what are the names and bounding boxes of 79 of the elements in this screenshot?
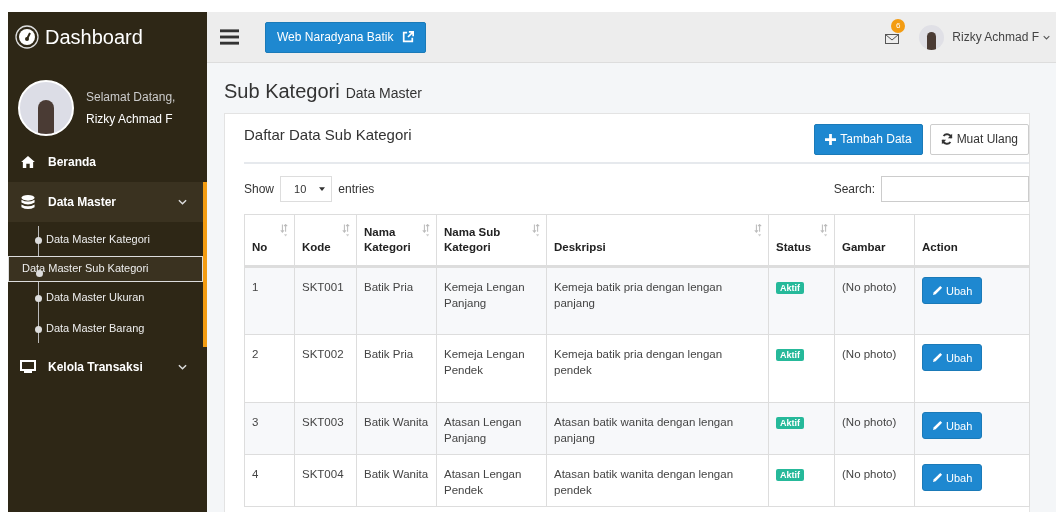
chevron-down-icon <box>178 199 187 205</box>
refresh-icon <box>940 133 953 145</box>
table-cell: 3 <box>252 416 259 428</box>
table-cell: SKT003 <box>302 416 344 428</box>
dashboard-gauge-icon <box>15 25 39 49</box>
table-cell: Atasan Lengan Panjang <box>444 416 522 444</box>
sort-icon[interactable] <box>820 224 828 238</box>
table-cell: Kemeja Lengan Pendek <box>444 348 525 376</box>
brand-title[interactable]: Dashboard <box>45 25 143 49</box>
table-cell: SKT002 <box>302 348 344 360</box>
sort-icon[interactable] <box>532 224 540 238</box>
external-link-icon <box>401 31 414 43</box>
reload-button[interactable]: Muat Ulang <box>929 123 1029 155</box>
sort-icon[interactable] <box>280 224 288 238</box>
avatar-image <box>18 80 74 136</box>
plus-icon <box>825 133 837 145</box>
table-cell: Kemeja batik pria dengan lengan pendek <box>554 348 723 376</box>
dropdown-caret-icon <box>319 187 326 191</box>
table-cell: 2 <box>252 348 259 360</box>
sort-icon[interactable] <box>342 224 350 238</box>
submenu-item[interactable]: Data Master Ukuran <box>8 281 203 313</box>
table-cell: Batik Wanita <box>364 416 429 428</box>
table-cell: 4 <box>252 468 259 480</box>
panel-title: Daftar Data Sub Kategori <box>244 125 413 143</box>
menu-item[interactable]: Beranda <box>8 142 207 182</box>
status-badge: Aktif <box>776 282 804 294</box>
website-button[interactable]: Web Naradyana Batik <box>265 21 426 53</box>
user-avatar[interactable] <box>919 24 945 50</box>
page-title: Sub Kategori <box>224 80 340 103</box>
status-badge: Aktif <box>776 349 804 361</box>
sort-icon[interactable] <box>422 224 430 238</box>
edit-button[interactable]: Ubah <box>922 277 983 304</box>
search-label: Search: <box>833 182 875 196</box>
table-cell: Atasan batik wanita dengan lengan panjang <box>554 416 734 444</box>
pencil-icon <box>932 472 943 483</box>
menu-icon[interactable] <box>220 29 239 45</box>
edit-button[interactable]: Ubah <box>922 344 983 371</box>
table-cell: 1 <box>252 281 259 293</box>
menu-item[interactable]: Data Master <box>8 182 207 222</box>
status-badge: Aktif <box>776 417 804 429</box>
table-cell: Atasan batik wanita dengan lengan pendek <box>554 468 734 496</box>
table-cell: Kemeja Lengan Panjang <box>444 281 525 309</box>
monitor-icon <box>20 359 36 374</box>
table-cell: (No photo) <box>842 281 897 293</box>
submenu-item[interactable]: Data Master Barang <box>8 313 203 345</box>
table-cell: Batik Pria <box>364 348 414 360</box>
menu-item[interactable]: Kelola Transaksi <box>8 346 207 387</box>
table-cell: SKT001 <box>302 281 344 293</box>
add-button[interactable]: Tambah Data <box>814 123 923 155</box>
search-field[interactable] <box>881 176 1029 202</box>
user-menu[interactable]: Rizky Achmad F <box>952 30 1039 44</box>
pencil-icon <box>932 352 943 363</box>
table-cell: Atasan Lengan Pendek <box>444 468 522 496</box>
table-cell: (No photo) <box>842 468 897 480</box>
show-label: Show <box>244 182 275 196</box>
chevron-down-icon <box>1043 34 1050 40</box>
table-cell: Batik Wanita <box>364 468 429 480</box>
table-cell: SKT004 <box>302 468 344 480</box>
status-badge: Aktif <box>776 469 804 481</box>
page-subtitle: Data Master <box>345 85 422 101</box>
table-cell: Batik Pria <box>364 281 414 293</box>
page-size-select[interactable]: 10 <box>280 176 333 202</box>
edit-button[interactable]: Ubah <box>922 412 983 439</box>
table-cell: (No photo) <box>842 416 897 428</box>
table-cell: (No photo) <box>842 348 897 360</box>
entries-label: entries <box>338 182 375 196</box>
sort-icon[interactable] <box>754 224 762 238</box>
submenu-item[interactable]: Data Master Kategori <box>8 224 203 256</box>
chevron-down-icon <box>178 363 187 370</box>
greeting-text: Selamat Datang, <box>86 90 176 104</box>
envelope-icon[interactable] <box>885 34 900 44</box>
pencil-icon <box>932 285 943 296</box>
table-cell: Kemeja batik pria dengan lengan panjang <box>554 281 723 309</box>
user-name: Rizky Achmad F <box>86 112 174 126</box>
home-icon <box>20 156 36 168</box>
edit-button[interactable]: Ubah <box>922 464 983 491</box>
database-icon <box>20 194 36 210</box>
notification-count: 6 <box>891 19 906 33</box>
pencil-icon <box>932 420 943 431</box>
